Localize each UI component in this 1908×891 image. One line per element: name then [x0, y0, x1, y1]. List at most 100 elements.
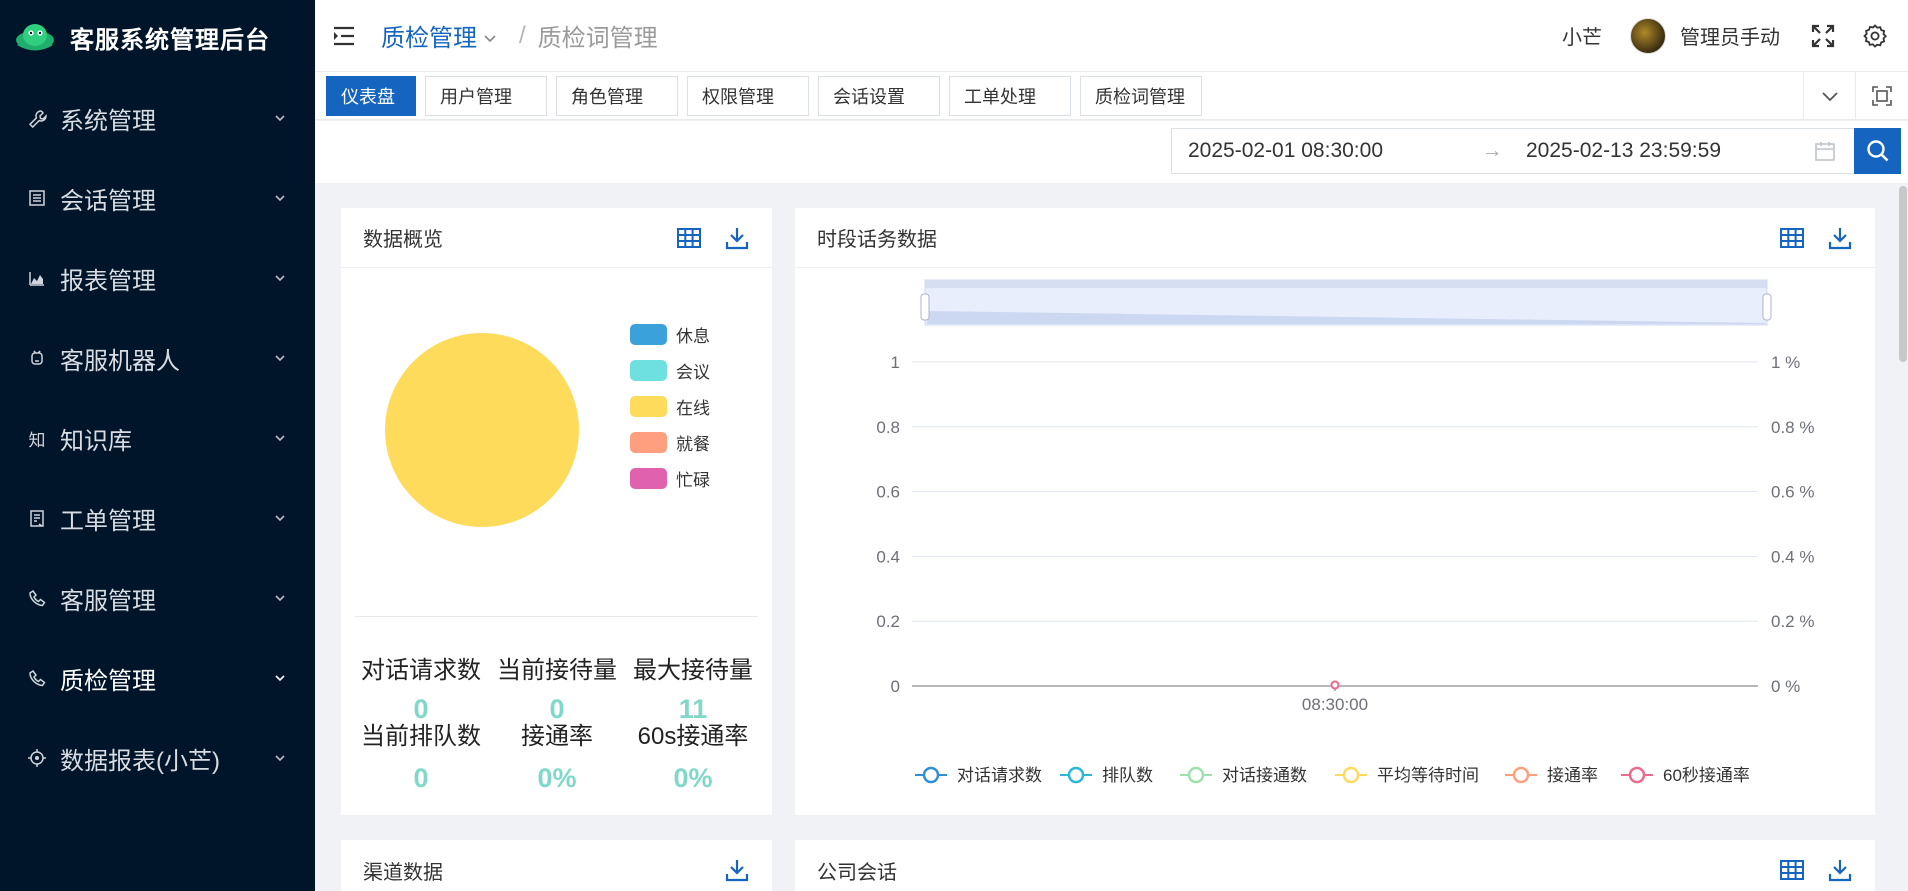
tab-1[interactable]: 仪表盘	[326, 75, 416, 116]
scrollbar-thumb[interactable]	[1899, 186, 1907, 362]
legend-marker[interactable]	[1342, 766, 1360, 784]
filter-bar: 2025-02-01 08:30:00 → 2025-02-13 23:59:5…	[315, 121, 1908, 183]
legend-item[interactable]: 就餐	[630, 424, 710, 460]
download-icon[interactable]	[1827, 225, 1853, 251]
chevron-down-icon[interactable]	[483, 31, 497, 45]
data-point[interactable]	[1330, 680, 1340, 690]
y-axis-right-tick: 0.2 %	[1771, 612, 1814, 631]
tab-2[interactable]: 用户管理	[425, 75, 547, 116]
legend-label: 休息	[676, 326, 710, 346]
legend-marker[interactable]	[1067, 766, 1085, 784]
y-axis-left-tick: 0	[891, 677, 900, 696]
stats-row: 当前排队数 0 接通率 0% 60s接通率 0%	[341, 722, 772, 800]
tabs-maximize-button[interactable]	[1855, 72, 1907, 120]
gear-icon[interactable]	[1862, 23, 1888, 49]
legend-item[interactable]: 忙碌	[630, 460, 710, 496]
download-icon[interactable]	[724, 857, 750, 883]
stats-row: 对话请求数 0 当前接待量 0 最大接待量 11	[341, 656, 772, 732]
breadcrumb-separator: /	[519, 21, 526, 49]
chevron-down-icon	[275, 275, 285, 282]
y-axis-left-tick: 0.8	[876, 418, 900, 437]
card-title: 时段话务数据	[817, 229, 937, 251]
legend-item[interactable]: 会议	[630, 352, 710, 388]
header-right: 小芒 管理员手动	[1562, 17, 1908, 54]
stat-label: 接通率	[521, 723, 593, 750]
maximize-icon	[1871, 86, 1892, 106]
legend-swatch	[630, 467, 667, 489]
table-icon[interactable]	[1779, 857, 1805, 883]
stat-label: 当前排队数	[361, 723, 481, 750]
sidebar-item[interactable]: 报表管理	[0, 238, 315, 318]
sidebar-item-label: 会话管理	[60, 187, 156, 215]
search-button[interactable]	[1854, 128, 1901, 174]
tabs-dropdown-button[interactable]	[1803, 72, 1855, 120]
download-icon[interactable]	[724, 225, 750, 251]
line-chart[interactable]: 0 0 % 0.2 0.2 % 0.4 0.4 % 0.6 0.6 % 0.8 0.8 % 1 1 %…	[795, 268, 1875, 815]
date-range-picker[interactable]: 2025-02-01 08:30:00 → 2025-02-13 23:59:5…	[1171, 128, 1855, 174]
legend-swatch	[630, 359, 667, 381]
legend-label[interactable]: 接通率	[1547, 766, 1598, 785]
top-header: 质检管理 / 质检词管理 小芒 管理员手动	[315, 0, 1908, 72]
area-chart-icon	[26, 267, 48, 289]
chevron-down-icon	[275, 595, 285, 602]
menu-collapse-icon[interactable]	[331, 23, 357, 49]
tab-5[interactable]: 会话设置	[818, 75, 940, 116]
legend-item[interactable]: 休息	[630, 316, 710, 352]
tab-4[interactable]: 权限管理	[687, 75, 809, 116]
stats-grid: 对话请求数 0 当前接待量 0 最大接待量 11 当前排队数 0 接通率 0% 60s接通率 0%	[341, 656, 772, 800]
legend-label[interactable]: 对话请求数	[957, 766, 1042, 785]
chevron-down-icon	[275, 515, 285, 522]
legend-marker[interactable]	[1187, 766, 1205, 784]
sidebar-item-label: 质检管理	[60, 667, 156, 695]
pie-chart[interactable]	[385, 333, 579, 527]
legend-label[interactable]: 平均等待时间	[1377, 766, 1479, 785]
breadcrumb-item-parent[interactable]: 质检管理	[381, 18, 477, 53]
sidebar-item-label: 客服管理	[60, 587, 156, 615]
download-icon[interactable]	[1827, 857, 1853, 883]
legend-marker[interactable]	[922, 766, 940, 784]
sidebar-item[interactable]: 系统管理	[0, 78, 315, 158]
date-start-input[interactable]: 2025-02-01 08:30:00	[1172, 139, 1472, 163]
sidebar-item[interactable]: 会话管理	[0, 158, 315, 238]
zoom-handle-left[interactable]	[920, 293, 930, 321]
avatar[interactable]	[1630, 17, 1666, 54]
table-icon[interactable]	[676, 225, 702, 251]
divider	[355, 616, 758, 617]
legend-marker[interactable]	[1628, 766, 1646, 784]
legend-label[interactable]: 排队数	[1102, 766, 1153, 785]
legend-label[interactable]: 60秒接通率	[1663, 766, 1750, 785]
sidebar-item[interactable]: 客服管理	[0, 558, 315, 638]
sidebar-item-label: 报表管理	[60, 267, 156, 295]
sidebar-item[interactable]: 质检管理	[0, 638, 315, 718]
channel-card: 渠道数据	[341, 840, 772, 891]
user-short-name[interactable]: 小芒	[1562, 21, 1602, 50]
tab-3[interactable]: 角色管理	[556, 75, 678, 116]
stat-value: 0%	[537, 763, 577, 793]
sidebar-item[interactable]: 知知识库	[0, 398, 315, 478]
y-axis-right-tick: 1 %	[1771, 353, 1800, 372]
table-icon[interactable]	[1779, 225, 1805, 251]
legend-item[interactable]: 在线	[630, 388, 710, 424]
stat-item: 对话请求数 0	[353, 656, 489, 732]
date-end-input[interactable]: 2025-02-13 23:59:59	[1526, 139, 1814, 163]
legend-label[interactable]: 对话接通数	[1222, 766, 1307, 785]
sidebar-item[interactable]: 客服机器人	[0, 318, 315, 398]
user-name[interactable]: 管理员手动	[1680, 21, 1780, 50]
ticket-icon	[26, 507, 48, 529]
y-axis-left-tick: 1	[891, 353, 900, 372]
tab-7[interactable]: 质检词管理	[1080, 75, 1202, 116]
x-axis-label: 08:30:00	[1302, 695, 1368, 714]
sidebar-item-label: 客服机器人	[60, 347, 180, 375]
sidebar-item[interactable]: 数据报表(小芒)	[0, 718, 315, 798]
sidebar-item[interactable]: 工单管理	[0, 478, 315, 558]
tab-6[interactable]: 工单处理	[949, 75, 1071, 116]
stat-item: 接通率 0%	[489, 722, 625, 800]
logo-icon	[16, 24, 54, 51]
fullscreen-icon[interactable]	[1810, 23, 1836, 49]
zoom-handle-right[interactable]	[1762, 293, 1772, 321]
legend-marker[interactable]	[1512, 766, 1530, 784]
calendar-icon	[1815, 142, 1835, 161]
stat-item: 最大接待量 11	[625, 656, 761, 732]
legend-label: 在线	[676, 398, 710, 418]
stat-item: 当前排队数 0	[353, 722, 489, 800]
